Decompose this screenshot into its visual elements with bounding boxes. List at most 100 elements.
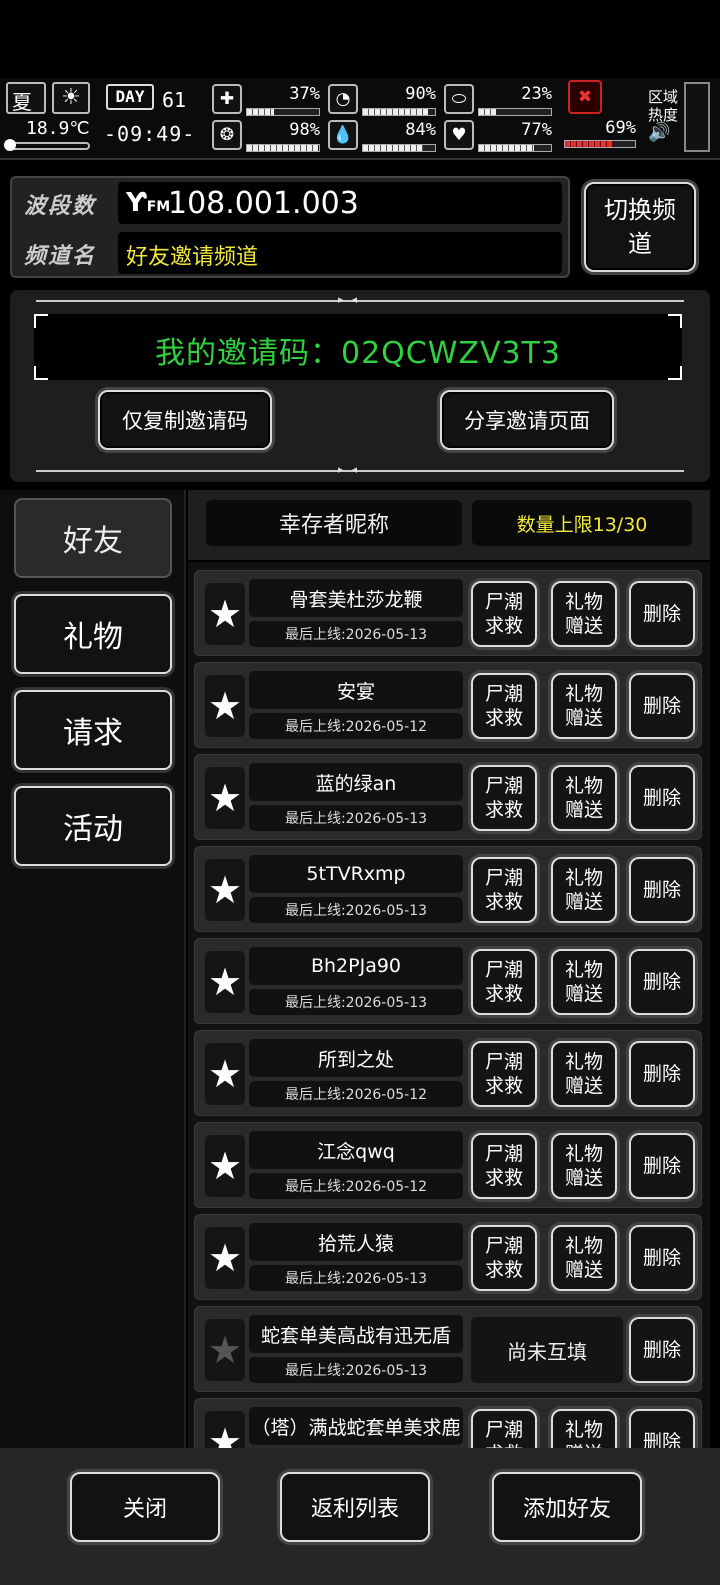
delete-friend-button[interactable]: 删除 — [629, 1409, 695, 1448]
stat-value: 37% — [289, 84, 320, 104]
day-label: DAY — [106, 84, 154, 110]
delete-friend-button[interactable]: 删除 — [629, 581, 695, 647]
star-icon[interactable]: ★ — [205, 859, 245, 921]
pill-icon: ⬭ — [444, 84, 474, 114]
pending-mutual-status: 尚未互填 — [471, 1317, 623, 1383]
delete-friend-button[interactable]: 删除 — [629, 1225, 695, 1291]
send-gift-button[interactable]: 礼物赠送 — [551, 765, 617, 831]
star-icon[interactable]: ★ — [205, 767, 245, 829]
friend-name: 所到之处 — [249, 1039, 463, 1077]
infection-icon: ✖ — [568, 80, 602, 114]
send-gift-button[interactable]: 礼物赠送 — [551, 581, 617, 647]
last-online: 最后上线:2026-05-12 — [249, 1081, 463, 1107]
divider-arrows-top: ▸◂ — [338, 293, 366, 306]
send-gift-button[interactable]: 礼物赠送 — [551, 1225, 617, 1291]
close-button[interactable]: 关闭 — [70, 1472, 220, 1542]
star-icon[interactable]: ★ — [205, 1319, 245, 1381]
tab-friends[interactable]: 好友 — [14, 498, 172, 578]
friend-limit-badge: 数量上限13/30 — [472, 500, 692, 546]
list-header: 幸存者昵称 数量上限13/30 — [188, 490, 710, 560]
stat-thirst: 💧 84% — [328, 120, 440, 156]
friend-list[interactable]: ★ 骨套美杜莎龙鞭 最后上线:2026-05-13 尸潮求救 礼物赠送 删除 ★ 安宴 最后上线… — [188, 562, 710, 1448]
star-icon[interactable]: ★ — [205, 951, 245, 1013]
speaker-icon[interactable]: 🔊 — [648, 124, 684, 142]
stat-value: 84% — [405, 120, 436, 140]
copy-invite-code-button[interactable]: 仅复制邀请码 — [98, 390, 272, 450]
delete-friend-button[interactable]: 删除 — [629, 765, 695, 831]
zombie-rescue-button[interactable]: 尸潮求救 — [471, 673, 537, 739]
friend-name: 江念qwq — [249, 1131, 463, 1169]
last-online: 最后上线:2026-05-13 — [249, 1265, 463, 1291]
star-icon[interactable]: ★ — [205, 1227, 245, 1289]
stat-stamina: ⬭ 23% — [444, 84, 556, 120]
stat-value: 69% — [605, 118, 636, 138]
delete-friend-button[interactable]: 删除 — [629, 1317, 695, 1383]
zombie-rescue-button[interactable]: 尸潮求救 — [471, 857, 537, 923]
stat-health: ✚ 37% — [212, 84, 324, 120]
delete-friend-button[interactable]: 删除 — [629, 673, 695, 739]
friend-name: 5tTVRxmp — [249, 855, 463, 893]
bottom-bar: 关闭 返利列表 添加好友 — [0, 1448, 720, 1585]
status-bar: 夏 ☀ 18.9℃ DAY 61 -09:49- ✚ 37% ◔ 90% ⬭ 23% ❂ 98… — [0, 78, 720, 160]
list-item: ★ 蓝的绿an 最后上线:2026-05-13 尸潮求救 礼物赠送 删除 — [194, 754, 702, 840]
last-online: 最后上线:2026-05-13 — [249, 621, 463, 647]
delete-friend-button[interactable]: 删除 — [629, 857, 695, 923]
zombie-rescue-button[interactable]: 尸潮求救 — [471, 1409, 537, 1448]
share-invite-page-button[interactable]: 分享邀请页面 — [440, 390, 614, 450]
zombie-rescue-button[interactable]: 尸潮求救 — [471, 1225, 537, 1291]
tab-gifts[interactable]: 礼物 — [14, 594, 172, 674]
day-number: 61 — [162, 88, 187, 112]
rebate-list-button[interactable]: 返利列表 — [280, 1472, 430, 1542]
list-item: ★ 所到之处最后上线:2026-05-12 尸潮求救 礼物赠送 删除 — [194, 1030, 702, 1116]
switch-channel-button[interactable]: 切换频道 — [584, 182, 696, 272]
heart-icon: ♥ — [444, 120, 474, 150]
invite-code-box: 我的邀请码：02QCWZV3T3 — [34, 314, 682, 380]
friend-name: 蓝的绿an — [249, 763, 463, 801]
send-gift-button[interactable]: 礼物赠送 — [551, 673, 617, 739]
add-friend-button[interactable]: 添加好友 — [492, 1472, 642, 1542]
zombie-rescue-button[interactable]: 尸潮求救 — [471, 1133, 537, 1199]
send-gift-button[interactable]: 礼物赠送 — [551, 1133, 617, 1199]
tab-events[interactable]: 活动 — [14, 786, 172, 866]
stat-value: 98% — [289, 120, 320, 140]
send-gift-button[interactable]: 礼物赠送 — [551, 949, 617, 1015]
stat-bar — [362, 144, 436, 152]
list-item: ★ 蛇套单美高战有迅无盾 最后上线:2026-05-13 尚未互填 删除 — [194, 1306, 702, 1392]
star-icon[interactable]: ★ — [205, 1043, 245, 1105]
tab-rail: 好友 礼物 请求 活动 — [0, 490, 186, 1448]
zone-heat-label: 区域 热度 🔊 — [648, 88, 684, 142]
zombie-rescue-button[interactable]: 尸潮求救 — [471, 581, 537, 647]
stat-bar — [246, 144, 320, 152]
zone-label-line1: 区域 — [648, 88, 679, 106]
divider-arrows-bottom: ▸◂ — [338, 463, 366, 476]
stat-value: 90% — [405, 84, 436, 104]
zombie-rescue-button[interactable]: 尸潮求救 — [471, 1041, 537, 1107]
stat-sanity: ❂ 98% — [212, 120, 324, 156]
star-icon[interactable]: ★ — [205, 675, 245, 737]
delete-friend-button[interactable]: 删除 — [629, 1041, 695, 1107]
send-gift-button[interactable]: 礼物赠送 — [551, 857, 617, 923]
zombie-rescue-button[interactable]: 尸潮求救 — [471, 765, 537, 831]
list-item: ★ 骨套美杜莎龙鞭最后上线:2026-05-13 尸潮求救 礼物赠送 删除 — [194, 570, 702, 656]
invite-code-text: 我的邀请码：02QCWZV3T3 — [155, 336, 561, 371]
delete-friend-button[interactable]: 删除 — [629, 1133, 695, 1199]
star-icon[interactable]: ★ — [205, 583, 245, 645]
send-gift-button[interactable]: 礼物赠送 — [551, 1409, 617, 1448]
delete-friend-button[interactable]: 删除 — [629, 949, 695, 1015]
tab-requests[interactable]: 请求 — [14, 690, 172, 770]
zombie-rescue-button[interactable]: 尸潮求救 — [471, 949, 537, 1015]
star-icon[interactable]: ★ — [205, 1411, 245, 1448]
star-icon[interactable]: ★ — [205, 1135, 245, 1197]
friend-name: 骨套美杜莎龙鞭 — [249, 579, 463, 617]
zone-heat-meter — [684, 82, 710, 152]
band-value: 108.001.003 — [168, 186, 359, 221]
radio-antenna-icon: ƳFM — [126, 188, 171, 218]
channel-panel: 波段数 ƳFM 108.001.003 频道名 好友邀请频道 — [10, 176, 570, 278]
last-online: 最后上线:2026-05-13 — [249, 989, 463, 1015]
invite-panel: ▸◂ 我的邀请码：02QCWZV3T3 仅复制邀请码 分享邀请页面 ▸◂ — [10, 290, 710, 482]
list-item: ★ Bh2PJa90 最后上线:2026-05-13 尸潮求救 礼物赠送 删除 — [194, 938, 702, 1024]
send-gift-button[interactable]: 礼物赠送 — [551, 1041, 617, 1107]
list-item: ★ 江念qwq 最后上线:2026-05-12 尸潮求救 礼物赠送 删除 — [194, 1122, 702, 1208]
stat-hunger: ◔ 90% — [328, 84, 440, 120]
brain-icon: ❂ — [212, 120, 242, 150]
